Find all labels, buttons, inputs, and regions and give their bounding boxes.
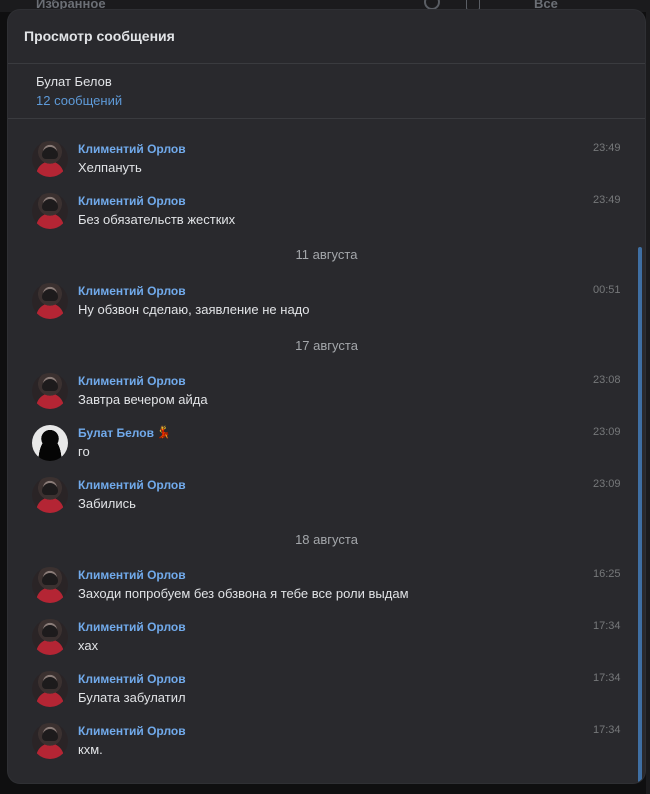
- message-text: го: [78, 444, 90, 459]
- sender-name[interactable]: Климентий Орлов: [78, 568, 186, 582]
- message-item[interactable]: Климентий Орлов кхм. 17:34: [8, 723, 628, 767]
- sender-name[interactable]: Климентий Орлов: [78, 478, 186, 492]
- message-time: 17:34: [593, 620, 621, 632]
- message-text: Булата забулатил: [78, 690, 186, 705]
- modal-header: Просмотр сообщения: [8, 10, 645, 64]
- message-time: 17:34: [593, 724, 621, 736]
- message-text: Без обязательств жестких: [78, 212, 236, 227]
- search-icon: [424, 0, 440, 10]
- sender-name[interactable]: Булат Белов: [78, 426, 154, 440]
- sender-name[interactable]: Климентий Орлов: [78, 724, 186, 738]
- message-item[interactable]: Климентий Орлов Хелпануть 23:49: [8, 141, 628, 185]
- sender-name[interactable]: Климентий Орлов: [78, 374, 186, 388]
- sender-name[interactable]: Климентий Орлов: [78, 194, 186, 208]
- modal-title: Просмотр сообщения: [24, 28, 175, 44]
- date-separator: 11 августа: [295, 247, 358, 262]
- avatar[interactable]: [32, 425, 68, 461]
- avatar[interactable]: [32, 619, 68, 655]
- message-time: 17:34: [593, 672, 621, 684]
- message-text: Забились: [78, 496, 136, 511]
- message-count-link[interactable]: 12 сообщений: [36, 93, 122, 108]
- message-time: 23:49: [593, 142, 621, 154]
- message-time: 23:09: [593, 426, 621, 438]
- message-time: 16:25: [593, 568, 621, 580]
- message-time: 23:49: [593, 194, 621, 206]
- message-item[interactable]: Климентий Орлов хах 17:34: [8, 619, 628, 663]
- sender-name[interactable]: Климентий Орлов: [78, 672, 186, 686]
- sender-name[interactable]: Климентий Орлов: [78, 620, 186, 634]
- message-text: Завтра вечером айда: [78, 392, 208, 407]
- message-time: 00:51: [593, 284, 621, 296]
- conversation-info: Булат Белов 12 сообщений: [8, 64, 645, 119]
- message-text: Заходи попробуем без обзвона я тебе все …: [78, 586, 409, 601]
- scrollbar[interactable]: [638, 247, 642, 783]
- avatar[interactable]: [32, 283, 68, 319]
- date-separator: 18 августа: [295, 532, 358, 547]
- message-item[interactable]: Климентий Орлов Забились 23:09: [8, 477, 628, 521]
- avatar[interactable]: [32, 567, 68, 603]
- message-item[interactable]: Климентий Орлов Без обязательств жестких…: [8, 193, 628, 237]
- message-view-modal: Просмотр сообщения Булат Белов 12 сообще…: [8, 10, 645, 783]
- avatar[interactable]: [32, 141, 68, 177]
- message-item[interactable]: Климентий Орлов Завтра вечером айда 23:0…: [8, 373, 628, 417]
- message-text: Хелпануть: [78, 160, 142, 175]
- message-item[interactable]: Булат Белов 💃 го 23:09: [8, 425, 628, 469]
- date-separator: 17 августа: [295, 338, 358, 353]
- avatar[interactable]: [32, 723, 68, 759]
- background-edge: [646, 12, 650, 794]
- avatar[interactable]: [32, 671, 68, 707]
- message-text: хах: [78, 638, 99, 653]
- message-item[interactable]: Климентий Орлов Ну обзвон сделаю, заявле…: [8, 283, 628, 327]
- message-text: кхм.: [78, 742, 103, 757]
- dancer-emoji-icon: 💃: [156, 425, 171, 439]
- message-time: 23:09: [593, 478, 621, 490]
- message-time: 23:08: [593, 374, 621, 386]
- message-item[interactable]: Климентий Орлов Булата забулатил 17:34: [8, 671, 628, 715]
- avatar[interactable]: [32, 477, 68, 513]
- message-text: Ну обзвон сделаю, заявление не надо: [78, 302, 310, 317]
- sender-name[interactable]: Климентий Орлов: [78, 142, 186, 156]
- avatar[interactable]: [32, 373, 68, 409]
- message-list[interactable]: Климентий Орлов Хелпануть 23:49 Клименти…: [8, 119, 645, 783]
- conversation-name: Булат Белов: [36, 74, 112, 89]
- window-icon: [466, 0, 480, 10]
- message-item[interactable]: Климентий Орлов Заходи попробуем без обз…: [8, 567, 628, 611]
- avatar[interactable]: [32, 193, 68, 229]
- sender-name[interactable]: Климентий Орлов: [78, 284, 186, 298]
